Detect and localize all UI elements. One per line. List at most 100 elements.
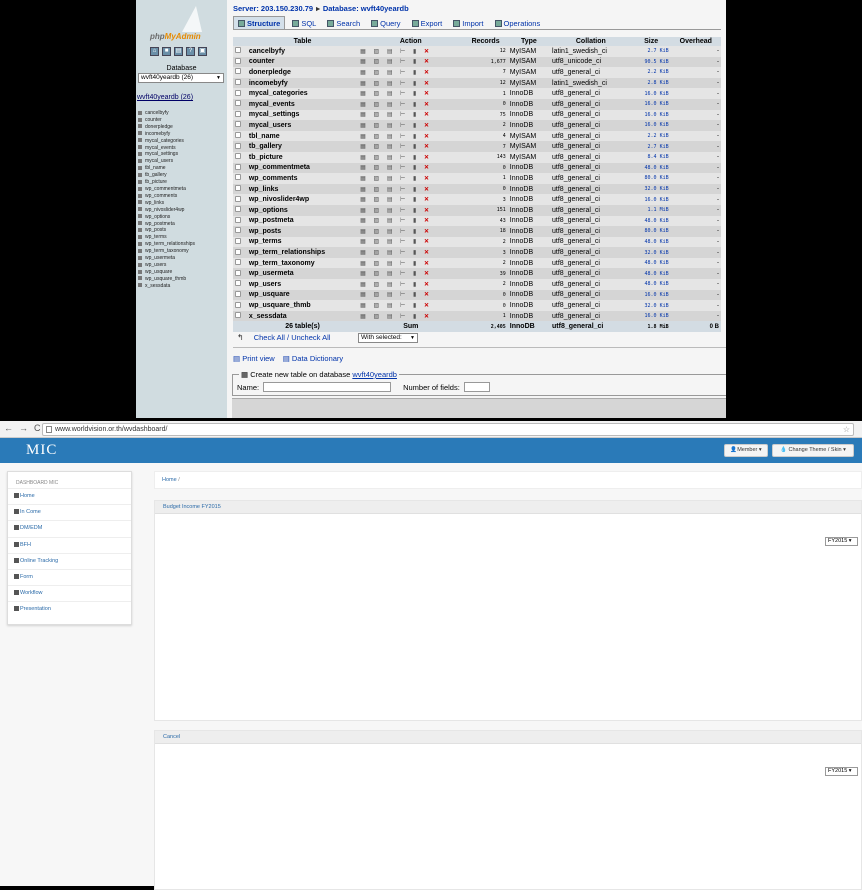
header-records[interactable]: Records <box>463 37 508 46</box>
checkbox[interactable] <box>235 248 241 255</box>
member-button[interactable]: 👤Member ▾ <box>724 444 768 457</box>
header-collation[interactable]: Collation <box>550 37 632 46</box>
size[interactable]: 32.0 KiB <box>631 300 671 311</box>
checkbox[interactable] <box>235 259 241 266</box>
sidebar-table-link[interactable]: tb_gallery <box>138 172 195 179</box>
drop-table-icon[interactable]: ✕ <box>424 70 432 76</box>
home-icon[interactable]: ⌂ <box>150 47 159 56</box>
size[interactable]: 2.2 KiB <box>631 67 671 78</box>
checkbox[interactable] <box>235 100 241 107</box>
tab-operations[interactable]: Operations <box>491 16 545 30</box>
table-name[interactable]: x_sessdata <box>246 310 359 322</box>
table-name[interactable]: wp_commentmeta <box>246 162 359 174</box>
action-icons[interactable]: ▦ ▨ ▤ ⊢ ▮ <box>360 91 419 97</box>
address-bar[interactable]: www.worldvision.or.th/wvdashboard/ ☆ <box>42 423 854 436</box>
drop-table-icon[interactable]: ✕ <box>424 197 432 203</box>
drop-table-icon[interactable]: ✕ <box>424 187 432 193</box>
checkbox[interactable] <box>235 47 241 54</box>
table-name[interactable]: wp_comments <box>246 173 359 184</box>
breadcrumb-home-link[interactable]: Home <box>162 477 177 483</box>
action-icons[interactable]: ▦ ▨ ▤ ⊢ ▮ <box>360 102 419 108</box>
checkbox[interactable] <box>235 301 241 308</box>
drop-table-icon[interactable]: ✕ <box>424 261 432 267</box>
action-icons[interactable]: ▦ ▨ ▤ ⊢ ▮ <box>360 176 419 182</box>
sql-query-icon[interactable]: ■ <box>162 47 171 56</box>
action-icons[interactable]: ▦ ▨ ▤ ⊢ ▮ <box>360 261 419 267</box>
drop-table-icon[interactable]: ✕ <box>424 314 432 320</box>
row-checkbox[interactable] <box>233 183 247 195</box>
row-checkbox[interactable] <box>233 141 247 152</box>
drop-table-icon[interactable]: ✕ <box>424 229 432 235</box>
drop-table-icon[interactable]: ✕ <box>424 91 432 97</box>
table-name[interactable]: counter <box>246 56 359 68</box>
sidebar-table-link[interactable]: wp_posts <box>138 227 195 234</box>
checkbox[interactable] <box>235 206 241 213</box>
tab-search[interactable]: Search <box>323 16 364 30</box>
sidebar-table-link[interactable]: donerpledge <box>138 124 195 131</box>
action-icons[interactable]: ▦ ▨ ▤ ⊢ ▮ <box>360 187 419 193</box>
drop-table-icon[interactable]: ✕ <box>424 123 432 129</box>
row-checkbox[interactable] <box>233 173 247 184</box>
drop-table-icon[interactable]: ✕ <box>424 102 432 108</box>
checkbox[interactable] <box>235 269 241 276</box>
row-checkbox[interactable] <box>233 151 247 163</box>
sidebar-item-bfh[interactable]: BFH <box>8 536 131 553</box>
checkbox[interactable] <box>235 89 241 96</box>
action-icons[interactable]: ▦ ▨ ▤ ⊢ ▮ <box>360 239 419 245</box>
drop-table-icon[interactable]: ✕ <box>424 218 432 224</box>
table-name[interactable]: wp_usermeta <box>246 268 359 280</box>
row-checkbox[interactable] <box>233 130 247 142</box>
data-dictionary-link[interactable]: ▤ Data Dictionary <box>283 354 343 363</box>
row-checkbox[interactable] <box>233 289 247 301</box>
table-name[interactable]: wp_options <box>246 204 359 216</box>
row-checkbox[interactable] <box>233 268 247 280</box>
action-icons[interactable]: ▦ ▨ ▤ ⊢ ▮ <box>360 229 419 235</box>
size[interactable]: 16.0 KiB <box>631 98 671 110</box>
checkbox[interactable] <box>235 163 241 170</box>
checkbox[interactable] <box>235 237 241 244</box>
sidebar-table-link[interactable]: wp_term_taxonomy <box>138 248 195 255</box>
table-name[interactable]: wp_posts <box>246 226 359 237</box>
checkbox[interactable] <box>235 110 241 117</box>
sidebar-table-link[interactable]: wp_nivoslider4wp <box>138 207 195 214</box>
table-name[interactable]: tb_gallery <box>246 141 359 152</box>
row-checkbox[interactable] <box>233 46 247 57</box>
checkbox[interactable] <box>235 312 241 319</box>
row-checkbox[interactable] <box>233 247 247 258</box>
with-selected-select[interactable]: With selected: ▼ <box>358 333 418 343</box>
table-name[interactable]: mycal_settings <box>246 109 359 121</box>
row-checkbox[interactable] <box>233 226 247 237</box>
forward-icon[interactable]: → <box>19 423 28 433</box>
sidebar-table-link[interactable]: mycal_settings <box>138 151 195 158</box>
size[interactable]: 2.8 KiB <box>631 77 671 89</box>
sidebar-item-form[interactable]: Form <box>8 568 131 585</box>
size[interactable]: 16.0 KiB <box>631 310 671 322</box>
row-checkbox[interactable] <box>233 257 247 269</box>
action-icons[interactable]: ▦ ▨ ▤ ⊢ ▮ <box>360 70 419 76</box>
size[interactable]: 80.0 KiB <box>631 226 671 237</box>
tab-export[interactable]: Export <box>408 16 447 30</box>
tab-query[interactable]: Query <box>367 16 404 30</box>
row-checkbox[interactable] <box>233 162 247 174</box>
header-table[interactable]: Table <box>246 37 359 46</box>
sidebar-item-home[interactable]: Home <box>8 488 131 504</box>
sidebar-table-link[interactable]: mycal_events <box>138 145 195 152</box>
row-checkbox[interactable] <box>233 56 247 68</box>
drop-table-icon[interactable]: ✕ <box>424 303 432 309</box>
drop-table-icon[interactable]: ✕ <box>424 112 432 118</box>
checkbox[interactable] <box>235 195 241 202</box>
size[interactable]: 16.0 KiB <box>631 289 671 301</box>
row-checkbox[interactable] <box>233 67 247 78</box>
table-name[interactable]: incomebyfy <box>246 77 359 89</box>
row-checkbox[interactable] <box>233 204 247 216</box>
help-icon[interactable]: ? <box>186 47 195 56</box>
drop-table-icon[interactable]: ✕ <box>424 176 432 182</box>
drop-table-icon[interactable]: ✕ <box>424 59 432 65</box>
table-name[interactable]: wp_postmeta <box>246 215 359 227</box>
sidebar-table-link[interactable]: cancelbyfy <box>138 110 195 117</box>
row-checkbox[interactable] <box>233 109 247 121</box>
row-checkbox[interactable] <box>233 279 247 290</box>
drop-table-icon[interactable]: ✕ <box>424 250 432 256</box>
sidebar-table-link[interactable]: wp_users <box>138 262 195 269</box>
size[interactable]: 48.0 KiB <box>631 279 671 290</box>
